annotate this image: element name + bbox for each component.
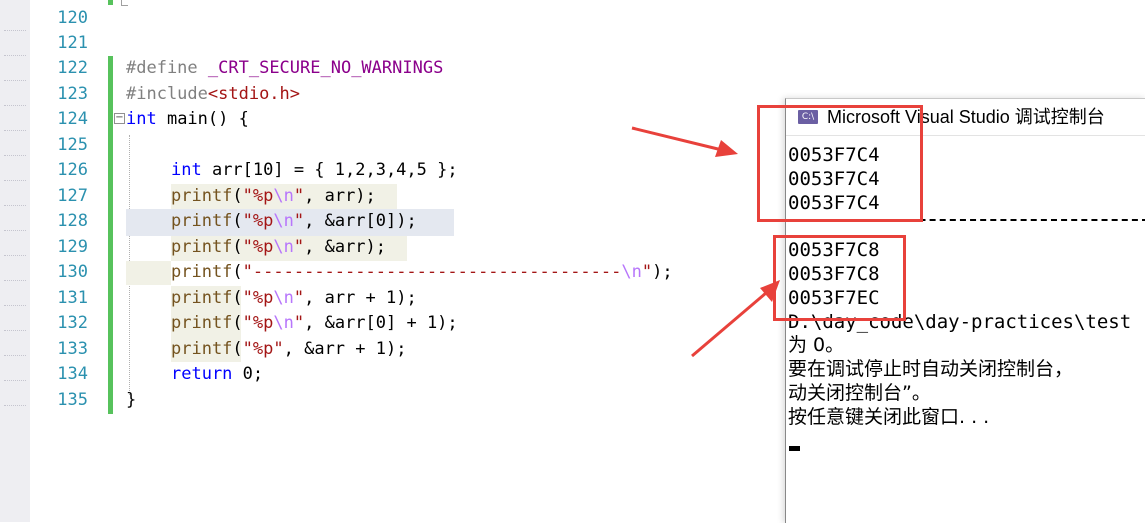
arrow-line-2: [691, 291, 767, 358]
arrow-head-1: [715, 140, 738, 157]
annotation-arrows: [631, 126, 780, 358]
arrow-line-1: [631, 126, 723, 152]
arrow-head-2: [760, 280, 780, 302]
